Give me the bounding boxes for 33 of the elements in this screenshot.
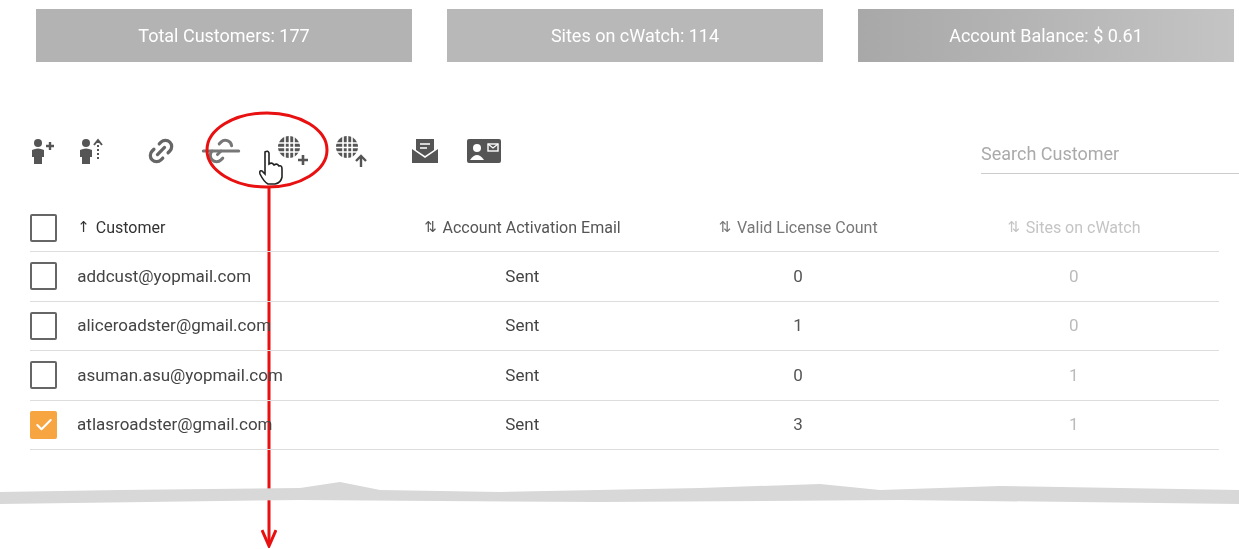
stat-card: Sites on cWatch: 114 [447,9,823,62]
column-header[interactable]: Valid License Count [737,215,878,240]
table-cell-text: 0 [793,363,803,387]
table-cell-text: 0 [793,264,803,288]
table-cell-text: Sent [505,264,540,288]
mail-icon[interactable] [410,136,440,166]
column-header[interactable]: Customer [95,215,166,240]
add-site-icon[interactable] [276,134,310,168]
upload-site-icon[interactable] [334,134,368,168]
checkbox[interactable] [30,410,58,439]
table-cell-text: 3 [793,413,803,436]
column-header[interactable]: Account Activation Email [442,215,621,240]
table-cell-text: 0 [1069,314,1079,337]
table-cell-text: addcust@yopmail.com [77,264,252,288]
table-cell-text: Sent [505,413,540,436]
pointer-hand-icon [256,150,284,186]
sort-arrow[interactable]: ⇅ [423,216,437,239]
checkbox[interactable] [30,213,58,242]
sort-arrow[interactable]: ↑ [77,216,90,239]
table-cell-text: Sent [505,363,540,387]
table-cell-text: 1 [1069,413,1079,436]
sort-arrow[interactable]: ⇅ [718,216,732,239]
stat-card: Total Customers: 177 [36,9,412,62]
table-cell-text: 0 [1069,264,1079,288]
contact-card-icon[interactable] [466,136,502,166]
checkbox[interactable] [30,311,58,340]
search-field[interactable]: Search Customer [981,140,1239,174]
table-cell-text: 1 [1069,363,1079,387]
checkbox[interactable] [30,361,58,390]
table-cell-text: Sent [505,314,540,337]
stat-card: Account Balance: $ 0.61 [858,9,1234,62]
table-cell-text: 1 [793,314,803,337]
checkbox[interactable] [30,262,58,291]
